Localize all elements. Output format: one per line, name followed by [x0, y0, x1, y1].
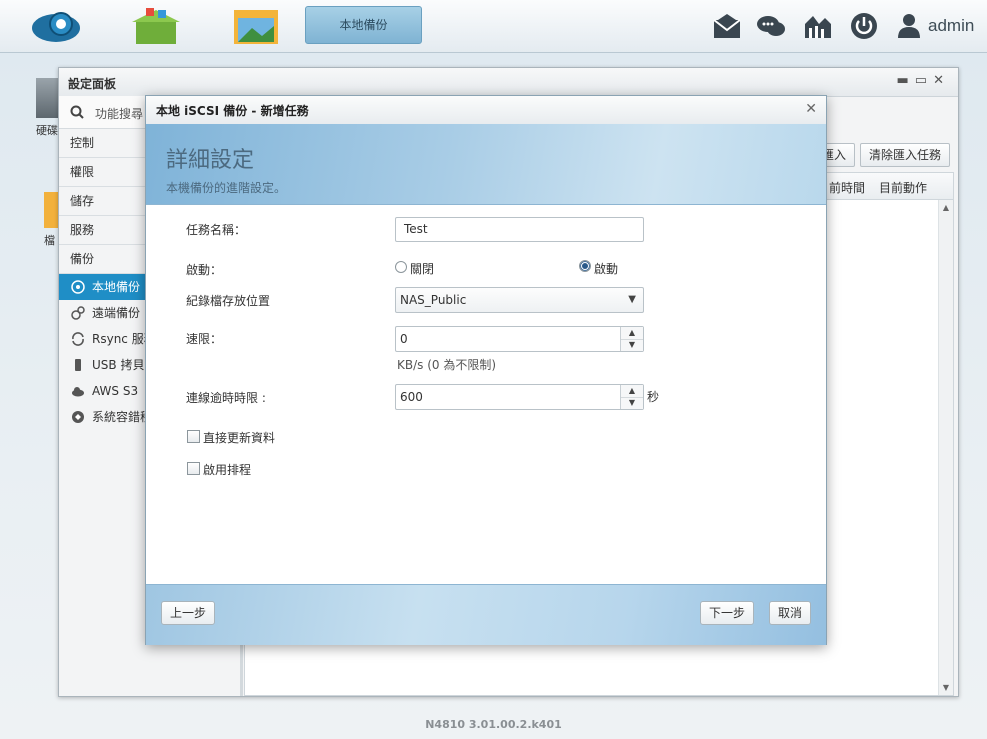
nav-item-label: 本地備份 [92, 280, 141, 294]
window-controls: ▬▭✕ [897, 73, 951, 88]
file-center-icon[interactable] [228, 4, 284, 48]
close-icon[interactable]: ✕ [933, 73, 950, 88]
next-button[interactable]: 下一步 [700, 601, 755, 625]
scroll-down-icon[interactable]: ▼ [939, 683, 953, 692]
app-store-icon[interactable] [128, 4, 184, 48]
desktop-icon-disk[interactable]: 硬碟 [36, 78, 58, 138]
scroll-up-icon[interactable]: ▲ [939, 203, 953, 212]
timeout-spinner[interactable]: 600 ▲ ▼ [395, 384, 644, 410]
add-task-dialog: 本地 iSCSI 備份 - 新增任務 ✕ 詳細設定 本機備份的進階設定。 任務名… [145, 95, 827, 645]
cancel-button[interactable]: 取消 [769, 601, 812, 625]
thecus-logo-icon[interactable] [28, 4, 84, 48]
spin-down-icon[interactable]: ▼ [621, 339, 643, 351]
nav-item-label: 遠端備份 [92, 306, 141, 320]
cloud-icon [72, 387, 84, 397]
spin-down-icon[interactable]: ▼ [621, 397, 643, 409]
prev-button[interactable]: 上一步 [161, 601, 216, 625]
dialog-header: 詳細設定 本機備份的進階設定。 [146, 124, 826, 205]
column-action[interactable]: 目前動作 [879, 179, 927, 196]
monitor-icon[interactable] [803, 12, 833, 40]
radio-on[interactable] [579, 260, 591, 272]
task-name-label: 任務名稱： [186, 223, 247, 237]
failover-icon [72, 411, 84, 423]
remote-backup-icon [71, 306, 85, 320]
direct-update-checkbox[interactable] [187, 430, 200, 443]
nav-item-label: AWS S3 [92, 384, 139, 398]
speed-limit-label: 速限： [186, 332, 223, 346]
close-icon[interactable]: ✕ [805, 101, 817, 117]
dropdown-arrow-icon: ▼ [628, 294, 636, 305]
taskbar: 本地備份 admin [0, 0, 987, 53]
nav-item-label: USB 拷貝 [92, 358, 145, 372]
search-input[interactable]: 功能搜尋 [95, 105, 143, 122]
folder-icon [44, 192, 58, 228]
log-location-label: 紀錄檔存放位置 [186, 294, 271, 308]
dialog-subheading: 本機備份的進階設定。 [166, 181, 287, 195]
minimize-icon[interactable]: ▬ [897, 73, 915, 88]
chat-icon[interactable] [756, 12, 786, 40]
power-icon[interactable] [849, 12, 879, 40]
radio-off[interactable] [395, 261, 407, 273]
radio-on-label[interactable]: 啟動 [594, 260, 618, 277]
radio-off-label[interactable]: 關閉 [410, 260, 434, 277]
dialog-title: 本地 iSCSI 備份 - 新增任務 [156, 104, 309, 118]
spinner-buttons: ▲ ▼ [620, 385, 643, 409]
usb-icon [75, 359, 81, 371]
log-location-select[interactable]: NAS_Public ▼ [395, 287, 644, 313]
timeout-unit: 秒 [647, 390, 660, 404]
clear-import-button[interactable]: 清除匯入任務 [860, 143, 951, 167]
schedule-checkbox[interactable] [187, 462, 200, 475]
username-label[interactable]: admin [928, 16, 974, 36]
local-backup-icon [71, 280, 85, 294]
taskbar-window-local-backup[interactable]: 本地備份 [305, 6, 422, 44]
grid-scrollbar[interactable]: ▲ ▼ [938, 200, 953, 695]
user-icon[interactable] [896, 12, 922, 40]
speed-limit-hint: KB/s (0 為不限制) [397, 358, 497, 372]
dialog-footer: 上一步 下一步 取消 [146, 584, 826, 645]
panel-titlebar: 設定面板 ▬▭✕ [59, 68, 958, 97]
desktop-icon-label: 檔 [44, 234, 55, 247]
enable-label: 啟動： [186, 263, 223, 277]
maximize-icon[interactable]: ▭ [915, 73, 933, 88]
sync-icon [72, 332, 84, 346]
desktop-icon-label: 硬碟 [36, 124, 58, 137]
task-name-input[interactable]: Test [395, 217, 644, 242]
direct-update-label[interactable]: 直接更新資料 [203, 429, 275, 446]
disk-icon [36, 78, 58, 118]
speed-limit-spinner[interactable]: 0 ▲ ▼ [395, 326, 644, 352]
timeout-value[interactable]: 600 [400, 390, 423, 404]
column-time[interactable]: 前時間 [829, 179, 865, 196]
dialog-heading: 詳細設定 [166, 148, 255, 173]
spinner-buttons: ▲ ▼ [620, 327, 643, 351]
log-location-value: NAS_Public [400, 293, 467, 307]
schedule-label[interactable]: 啟用排程 [203, 461, 251, 478]
advanced-settings-form: 任務名稱： Test 啟動： 關閉 啟動 紀錄檔存放位置 NAS_Public … [146, 205, 826, 585]
nav-item-label: 系統容錯移 [92, 410, 153, 424]
speed-limit-value[interactable]: 0 [400, 332, 408, 346]
panel-title: 設定面板 [68, 77, 117, 91]
timeout-label: 連線逾時時限 : [186, 391, 266, 405]
firmware-version: N4810 3.01.00.2.k401 [425, 718, 562, 731]
dialog-titlebar: 本地 iSCSI 備份 - 新增任務 ✕ [146, 96, 826, 125]
mail-icon[interactable] [712, 12, 742, 40]
desktop-icon-file[interactable]: 檔 [44, 192, 58, 248]
search-icon [70, 105, 84, 119]
